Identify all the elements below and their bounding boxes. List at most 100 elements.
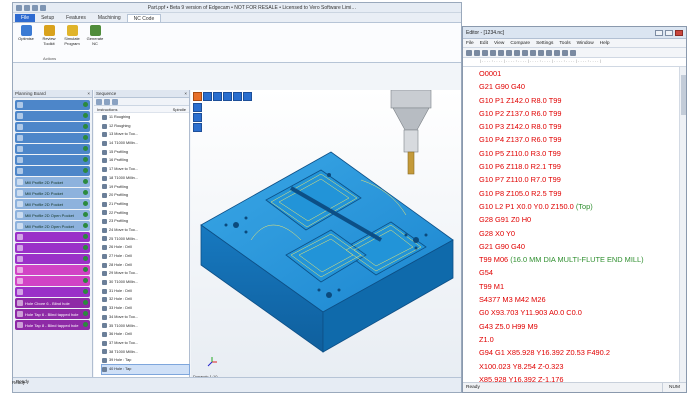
sequence-item[interactable]: 39 Hole : Tap [102, 356, 189, 365]
code-line[interactable]: G28 X0 Y0 [479, 227, 679, 240]
sequence-item[interactable]: 14 T1000 Millin... [102, 139, 189, 148]
sequence-item[interactable]: 25 T1000 Millin... [102, 235, 189, 244]
tab-nc-code[interactable]: NC Code [126, 14, 162, 22]
sequence-item[interactable]: 32 Hole : Drill [102, 295, 189, 304]
redo-icon[interactable] [32, 4, 38, 11]
sequence-item[interactable]: 28 Hole : Drill [102, 261, 189, 270]
planning-board-item[interactable] [15, 133, 90, 143]
open-icon[interactable] [474, 50, 480, 56]
sequence-item[interactable]: 33 Hole : Drill [102, 304, 189, 313]
code-line[interactable]: G10 P5 Z110.0 R3.0 T99 [479, 147, 679, 160]
planning-board-item[interactable]: Mill Profile 2D Pocket [15, 188, 90, 198]
sequence-item[interactable]: 30 T1000 Millin... [102, 278, 189, 287]
menu-file[interactable]: File [466, 39, 474, 47]
planning-board-item[interactable] [15, 144, 90, 154]
undo-icon[interactable] [522, 50, 528, 56]
menu-window[interactable]: Window [577, 39, 594, 47]
generate-nc-button[interactable]: Generate NC [85, 25, 105, 56]
sequence-item[interactable]: 22 Profiling [102, 209, 189, 218]
close-icon[interactable]: × [184, 90, 187, 97]
find-icon[interactable] [538, 50, 544, 56]
planning-board-item[interactable] [15, 166, 90, 176]
planning-board-item[interactable]: Hole Tap 6 - Blind tapped hole [15, 309, 90, 319]
minimize-button[interactable] [655, 29, 663, 36]
scroll-thumb[interactable] [681, 75, 686, 115]
sequence-item[interactable]: 11 Roughing [102, 113, 189, 122]
sequence-item[interactable]: 21 Profiling [102, 200, 189, 209]
sequence-item[interactable]: 20 Profiling [102, 191, 189, 200]
menu-view[interactable]: View [494, 39, 504, 47]
code-line[interactable]: G43 Z5.0 H99 M9 [479, 320, 679, 333]
sequence-item[interactable]: 27 Hole : Drill [102, 252, 189, 261]
sequence-item[interactable]: 19 Profiling [102, 183, 189, 192]
simulate-program-button[interactable]: Simulate Program [62, 25, 82, 56]
copy-icon[interactable] [506, 50, 512, 56]
redo-icon[interactable] [530, 50, 536, 56]
code-line[interactable]: T99 M06 (16.0 MM DIA MULTI-FLUTE END MIL… [479, 253, 679, 266]
tab-features[interactable]: Features [60, 14, 92, 22]
renumber-icon[interactable] [554, 50, 560, 56]
sequence-item[interactable]: 24 Move to Too... [102, 226, 189, 235]
pin-icon[interactable]: × [87, 90, 90, 97]
sequence-item[interactable]: 34 Move to Too... [102, 313, 189, 322]
undo-icon[interactable] [24, 4, 30, 11]
paste-icon[interactable] [514, 50, 520, 56]
code-line[interactable]: G21 G90 G40 [479, 80, 679, 93]
planning-board-item[interactable] [15, 276, 90, 286]
quick-access-toolbar[interactable] [16, 4, 46, 11]
planning-board-item[interactable] [15, 243, 90, 253]
code-line[interactable]: G10 P4 Z137.0 R6.0 T99 [479, 133, 679, 146]
tab-setup[interactable]: Setup [35, 14, 60, 22]
code-line[interactable]: G10 P2 Z137.0 R6.0 T99 [479, 107, 679, 120]
tab-machining[interactable]: Machining [92, 14, 127, 22]
planning-board-item[interactable] [15, 111, 90, 121]
refresh-icon[interactable] [96, 99, 102, 105]
sequence-item[interactable]: 38 T1000 Millin... [102, 348, 189, 357]
sequence-item[interactable]: 18 T1000 Millin... [102, 174, 189, 183]
code-line[interactable]: G10 L2 P1 X0.0 Y0.0 Z150.0 (Top) [479, 200, 679, 213]
planning-board-item[interactable] [15, 155, 90, 165]
planning-board-item[interactable]: Hole Tap 8 - Blind tapped hole [15, 320, 90, 330]
code-line[interactable]: G0 X93.703 Y11.903 A0.0 C0.0 [479, 306, 679, 319]
code-line[interactable]: G54 [479, 266, 679, 279]
planning-board-item[interactable] [15, 254, 90, 264]
code-line[interactable]: S4377 M3 M42 M26 [479, 293, 679, 306]
sequence-item[interactable]: 31 Hole : Drill [102, 287, 189, 296]
code-line[interactable]: G21 G90 G40 [479, 240, 679, 253]
code-line[interactable]: G94 G1 X85.928 Y16.392 Z0.53 F490.2 [479, 346, 679, 359]
settings-icon[interactable] [112, 99, 118, 105]
sequence-item[interactable]: 13 Move to Too... [102, 130, 189, 139]
code-line[interactable]: G10 P7 Z110.0 R7.0 T99 [479, 173, 679, 186]
maximize-button[interactable] [665, 29, 673, 36]
sequence-item[interactable]: 36 Hole : Drill [102, 330, 189, 339]
close-button[interactable] [675, 29, 683, 36]
sequence-item[interactable]: 15 Profiling [102, 148, 189, 157]
graphics-viewport[interactable]: Dynamic 1:10 [191, 90, 461, 379]
filter-icon[interactable] [104, 99, 110, 105]
planning-board-item[interactable]: Hole Cbore 6 - Blind hole [15, 298, 90, 308]
optimise-button[interactable]: Optimise [16, 25, 36, 56]
menu-help[interactable]: Help [600, 39, 610, 47]
menu-tools[interactable]: Tools [559, 39, 570, 47]
sequence-item[interactable]: 23 Profiling [102, 217, 189, 226]
editor-scrollbar[interactable] [679, 67, 686, 382]
planning-board-item[interactable] [15, 232, 90, 242]
save-icon[interactable] [482, 50, 488, 56]
settings-icon[interactable] [570, 50, 576, 56]
code-line[interactable]: G10 P8 Z105.0 R2.5 T99 [479, 187, 679, 200]
code-line[interactable]: G10 P1 Z142.0 R8.0 T99 [479, 94, 679, 107]
sequence-item[interactable]: 29 Move to Too... [102, 269, 189, 278]
planning-board-item[interactable]: Mill Profile 2D Open Pocket [15, 221, 90, 231]
code-line[interactable]: G10 P3 Z142.0 R8.0 T99 [479, 120, 679, 133]
cut-icon[interactable] [498, 50, 504, 56]
menu-compare[interactable]: Compare [510, 39, 530, 47]
code-line[interactable]: T99 M1 [479, 280, 679, 293]
review-toolkit-button[interactable]: Review Toolkit [39, 25, 59, 56]
planning-board-item[interactable] [15, 100, 90, 110]
code-line[interactable]: X100.023 Y8.254 Z-0.323 [479, 360, 679, 373]
planning-board-item[interactable] [15, 122, 90, 132]
menu-settings[interactable]: Settings [536, 39, 553, 47]
new-icon[interactable] [466, 50, 472, 56]
sequence-item[interactable]: 37 Move to Too... [102, 339, 189, 348]
planning-board-item[interactable]: Mill Profile 2D Pocket [15, 199, 90, 209]
